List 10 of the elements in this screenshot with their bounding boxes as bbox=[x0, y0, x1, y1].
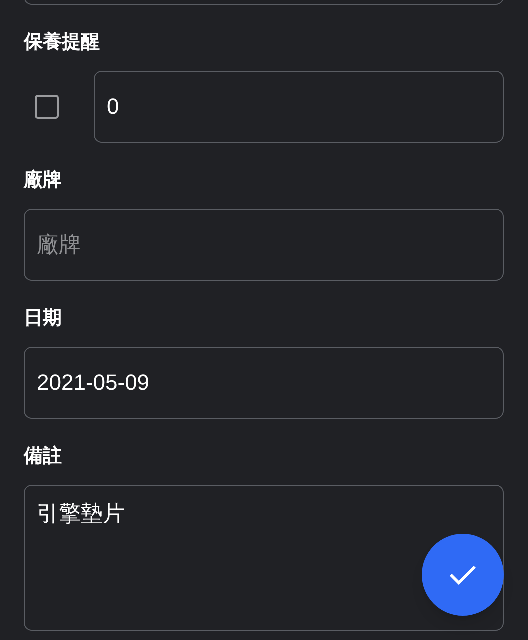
notes-field[interactable]: 引擎墊片 bbox=[24, 485, 504, 631]
field-label: 廠牌 bbox=[24, 169, 62, 193]
input-field[interactable]: 2021-05-09 bbox=[24, 347, 504, 419]
field-label: 備註 bbox=[24, 445, 62, 469]
checkbox[interactable] bbox=[35, 95, 59, 119]
input-field[interactable]: 廠牌 bbox=[24, 209, 504, 281]
field-label: 保養提醒 bbox=[24, 31, 100, 55]
checkmark-icon bbox=[449, 564, 477, 586]
field-label: 日期 bbox=[24, 307, 62, 331]
input-field[interactable]: 0 bbox=[94, 71, 504, 143]
